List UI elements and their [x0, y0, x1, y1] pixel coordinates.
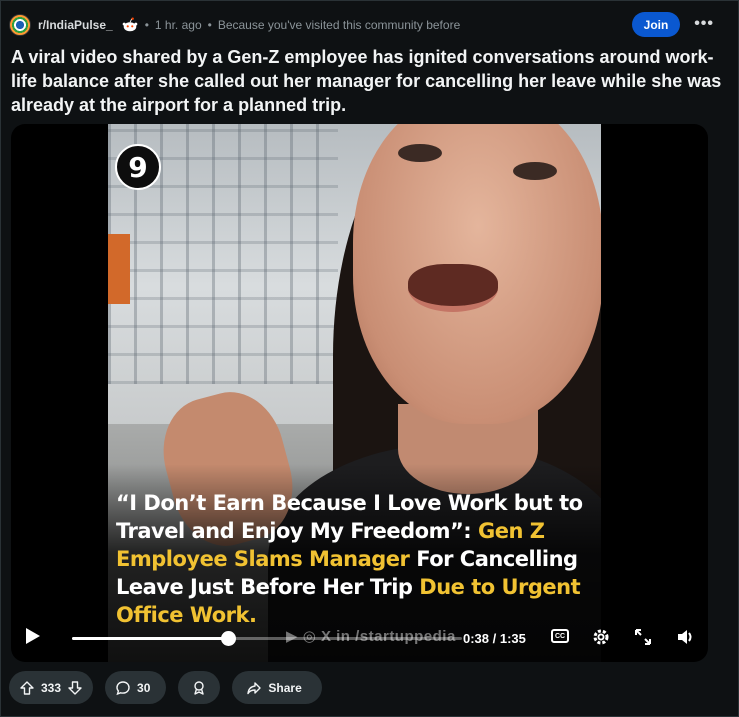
volume-icon[interactable]	[675, 627, 695, 647]
video-caption: “I Don’t Earn Because I Love Work but to…	[116, 489, 596, 629]
recommendation-reason: Because you've visited this community be…	[217, 18, 461, 32]
downvote-icon[interactable]	[67, 680, 83, 696]
caption-line: Employee Slams Manager For Cancelling	[116, 545, 596, 573]
person-eye	[398, 144, 442, 162]
post-age: 1 hr. ago	[154, 18, 202, 32]
comments-button[interactable]: 30	[105, 671, 167, 704]
video-time: 0:38 / 1:35	[463, 631, 526, 646]
caption-segment: but to	[506, 491, 583, 515]
subreddit-avatar[interactable]	[9, 14, 31, 36]
post-title[interactable]: A viral video shared by a Gen-Z employee…	[11, 45, 726, 117]
upvote-icon[interactable]	[19, 680, 35, 696]
award-button[interactable]	[178, 671, 221, 704]
channel-logo: 9	[115, 144, 161, 190]
share-icon	[247, 681, 262, 694]
caption-line: Travel and Enjoy My Freedom”: Gen Z	[116, 517, 596, 545]
person-mouth	[408, 264, 498, 312]
progress-handle[interactable]	[221, 631, 236, 646]
caption-segment: Gen Z	[477, 519, 545, 543]
video-player[interactable]: 9 “I Don’t Earn Because I Love Work but …	[11, 124, 708, 662]
dot-separator: •	[207, 18, 212, 32]
vote-control: 333	[9, 671, 94, 704]
share-button[interactable]: Share	[232, 671, 322, 704]
progress-track[interactable]	[72, 631, 462, 646]
caption-line: “I Don’t Earn Because I Love Work but to	[116, 489, 596, 517]
play-icon[interactable]	[26, 628, 40, 644]
comment-icon	[116, 680, 130, 695]
post-actions: 333 30 Share	[9, 671, 334, 704]
caption-segment: For Cancelling	[409, 547, 578, 571]
share-label: Share	[268, 680, 302, 695]
award-icon	[194, 680, 205, 695]
video-controls: 0:38 / 1:35 CC	[11, 624, 708, 654]
progress-fill	[72, 637, 228, 640]
more-options-icon[interactable]: •••	[694, 15, 714, 33]
comment-count: 30	[137, 680, 151, 695]
caption-segment: “I Don’t Earn Because I Love Work	[116, 491, 507, 515]
captions-button[interactable]: CC	[551, 629, 569, 643]
snoo-icon	[122, 17, 137, 32]
dot-separator: •	[144, 18, 149, 32]
settings-icon[interactable]	[591, 627, 611, 647]
join-button[interactable]: Join	[632, 12, 680, 37]
post-header: r/IndiaPulse_ • 1 hr. ago • Because you'…	[9, 11, 724, 39]
caption-line: Leave Just Before Her Trip Due to Urgent	[116, 573, 596, 601]
fullscreen-icon[interactable]	[633, 627, 653, 647]
caption-segment: Travel and Enjoy My Freedom”:	[116, 519, 478, 543]
post-card: r/IndiaPulse_ • 1 hr. ago • Because you'…	[0, 0, 739, 717]
subreddit-name[interactable]: r/IndiaPulse_	[38, 18, 113, 32]
person-eye	[513, 162, 557, 180]
video-frame[interactable]: 9 “I Don’t Earn Because I Love Work but …	[108, 124, 601, 662]
vote-count: 333	[41, 680, 62, 695]
caption-segment: Employee Slams Manager	[116, 547, 410, 571]
caption-segment: Leave Just Before Her Trip	[116, 575, 420, 599]
airport-sign	[108, 234, 130, 304]
caption-segment: Due to Urgent	[419, 575, 581, 599]
